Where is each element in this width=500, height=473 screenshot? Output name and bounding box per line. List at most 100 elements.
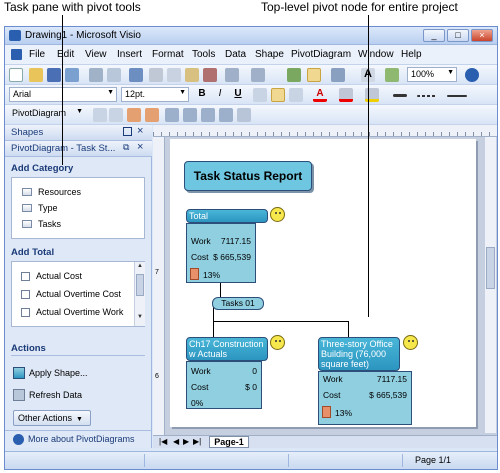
pivotdiagram-menu-button[interactable]: PivotDiagram ▼ <box>9 107 85 122</box>
save-icon[interactable] <box>47 68 61 82</box>
connector-tool-icon[interactable] <box>331 68 345 82</box>
actual-overtime-work-checkbox[interactable] <box>21 308 30 317</box>
last-page-icon[interactable]: ▶| <box>193 437 201 446</box>
underline-button[interactable]: U <box>231 88 245 102</box>
first-page-icon[interactable]: |◀ <box>159 437 167 446</box>
help-icon[interactable] <box>465 68 479 82</box>
apply-shape-link[interactable]: Apply Shape... <box>29 368 88 378</box>
sort-icon[interactable] <box>237 108 251 122</box>
actual-cost-checkbox[interactable] <box>21 272 30 281</box>
align-center-icon[interactable] <box>271 88 285 102</box>
font-size-select[interactable]: 12pt. ▼ <box>121 87 189 102</box>
restore-pane-icon[interactable] <box>123 127 132 136</box>
tasks-category-label[interactable]: Tasks 01 <box>212 297 264 310</box>
open-icon[interactable] <box>29 68 43 82</box>
layout-grid-icon[interactable] <box>127 108 141 122</box>
report-title[interactable]: Task Status Report <box>184 161 312 191</box>
layout-top-icon[interactable] <box>109 108 123 122</box>
menu-data[interactable]: Data <box>225 49 246 60</box>
previous-page-icon[interactable]: ◀ <box>173 437 179 446</box>
zoom-select[interactable]: 100% ▼ <box>407 67 457 82</box>
scroll-thumb[interactable] <box>136 274 144 296</box>
menu-tools[interactable]: Tools <box>192 49 215 60</box>
close-pane-icon[interactable]: × <box>137 125 143 137</box>
progress-bar <box>322 406 331 418</box>
menu-pivotdiagram[interactable]: PivotDiagram <box>291 49 351 60</box>
copy-icon[interactable] <box>167 68 181 82</box>
child-node-office-building[interactable]: Work 7117.15 Cost $ 665,539 13% <box>318 371 412 425</box>
print-preview-icon[interactable] <box>107 68 121 82</box>
redo-icon[interactable] <box>251 68 265 82</box>
total-actual-overtime-work[interactable]: Actual Overtime Work <box>36 307 123 317</box>
category-resources[interactable]: Resources <box>38 187 81 197</box>
new-icon[interactable] <box>9 68 23 82</box>
page-tabs-bar: |◀ ◀ ▶ ▶| Page-1 <box>153 435 497 448</box>
line-color-icon[interactable] <box>339 88 353 102</box>
total-actual-cost[interactable]: Actual Cost <box>36 271 82 281</box>
callout-pivot-node: Top-level pivot node for entire project <box>261 0 458 14</box>
font-color-button[interactable]: A <box>313 88 327 102</box>
menu-format[interactable]: Format <box>152 49 184 60</box>
menu-insert[interactable]: Insert <box>117 49 142 60</box>
total-actual-overtime-cost[interactable]: Actual Overtime Cost <box>36 289 121 299</box>
move-left-icon[interactable] <box>165 108 179 122</box>
delete-icon[interactable] <box>203 68 217 82</box>
percent-value: 0% <box>191 398 204 408</box>
category-icon <box>22 220 32 228</box>
next-page-icon[interactable]: ▶ <box>183 437 189 446</box>
total-node-header[interactable]: Total <box>186 209 268 223</box>
other-actions-label: Other Actions <box>18 413 73 423</box>
pin-icon[interactable]: ⧉ <box>123 142 129 153</box>
refresh-data-link[interactable]: Refresh Data <box>29 390 82 400</box>
format-painter-icon[interactable] <box>385 68 399 82</box>
child-node-construction[interactable]: Work 0 Cost $ 0 0% <box>186 361 262 409</box>
progress-bar <box>190 268 199 280</box>
spelling-icon[interactable] <box>129 68 143 82</box>
expand-icon[interactable] <box>219 108 233 122</box>
layout-left-icon[interactable] <box>93 108 107 122</box>
layout-columns-icon[interactable] <box>145 108 159 122</box>
tab-page-1[interactable]: Page-1 <box>209 436 249 448</box>
menu-file[interactable]: File <box>29 49 45 60</box>
category-type[interactable]: Type <box>38 203 58 213</box>
shapes-icon[interactable] <box>287 68 301 82</box>
line-pattern-icon[interactable] <box>417 95 437 97</box>
scroll-down-icon[interactable]: ▼ <box>135 314 145 324</box>
scroll-up-icon[interactable]: ▲ <box>135 263 145 273</box>
move-right-icon[interactable] <box>183 108 197 122</box>
menu-help[interactable]: Help <box>401 49 422 60</box>
category-tasks[interactable]: Tasks <box>38 219 61 229</box>
drawing-page[interactable]: Task Status Report Work 7117.15 Cost $ 6… <box>170 139 476 427</box>
print-icon[interactable] <box>89 68 103 82</box>
pointer-tool-icon[interactable] <box>307 68 321 82</box>
collapse-icon[interactable] <box>201 108 215 122</box>
more-about-link[interactable]: More about PivotDiagrams <box>28 434 135 444</box>
child2-node-header[interactable]: Three-story Office Building (76,000 squa… <box>318 337 400 371</box>
canvas-vertical-scrollbar[interactable] <box>484 137 496 433</box>
menu-window[interactable]: Window <box>358 49 394 60</box>
close-pivot-pane-icon[interactable]: × <box>137 141 143 153</box>
menu-shape[interactable]: Shape <box>255 49 284 60</box>
total-pivot-node[interactable]: Work 7117.15 Cost $ 665,539 13% <box>186 223 256 283</box>
scroll-thumb[interactable] <box>486 247 495 289</box>
line-weight-icon[interactable] <box>393 94 407 97</box>
line-ends-icon[interactable] <box>447 95 467 97</box>
align-left-icon[interactable] <box>253 88 267 102</box>
cut-icon[interactable] <box>149 68 163 82</box>
minimize-button[interactable]: _ <box>423 29 445 42</box>
bold-button[interactable]: B <box>195 88 209 102</box>
other-actions-button[interactable]: Other Actions ▼ <box>13 410 91 426</box>
paste-icon[interactable] <box>185 68 199 82</box>
undo-icon[interactable] <box>225 68 239 82</box>
font-select[interactable]: Arial ▼ <box>9 87 117 102</box>
child1-node-header[interactable]: Ch17 Construction w Actuals <box>186 337 268 361</box>
total-list-scrollbar[interactable]: ▲ ▼ <box>134 262 145 326</box>
align-right-icon[interactable] <box>289 88 303 102</box>
close-button[interactable]: × <box>471 29 493 42</box>
permission-icon[interactable] <box>65 68 79 82</box>
actual-overtime-cost-checkbox[interactable] <box>21 290 30 299</box>
menu-view[interactable]: View <box>85 49 107 60</box>
italic-button[interactable]: I <box>213 88 227 102</box>
menu-edit[interactable]: Edit <box>57 49 74 60</box>
maximize-button[interactable]: □ <box>447 29 469 42</box>
